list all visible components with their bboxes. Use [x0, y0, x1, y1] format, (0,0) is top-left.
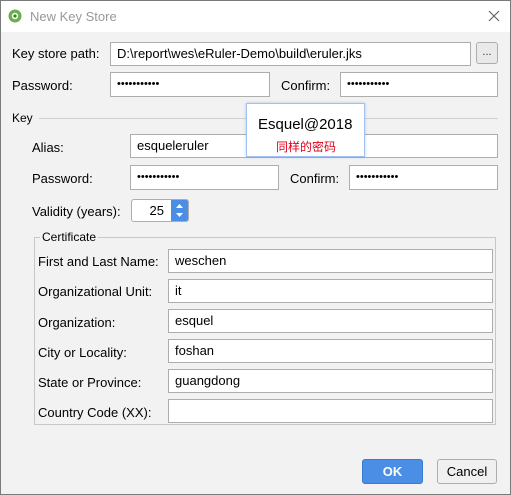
certificate-group-label: Certificate — [40, 230, 99, 244]
first-last-name-label: First and Last Name: — [38, 254, 159, 269]
keystore-password-label: Password: — [12, 78, 73, 93]
keystore-path-input[interactable]: D:\report\wes\eRuler-Demo\build\eruler.j… — [110, 42, 471, 66]
keystore-confirm-input[interactable]: ••••••••••• — [340, 72, 498, 97]
country-code-input[interactable] — [168, 399, 493, 423]
android-studio-icon — [8, 9, 22, 23]
browse-button[interactable]: ... — [476, 42, 498, 64]
key-confirm-input[interactable]: ••••••••••• — [349, 165, 498, 190]
cancel-button[interactable]: Cancel — [437, 459, 497, 484]
key-password-label: Password: — [32, 171, 93, 186]
org-unit-label: Organizational Unit: — [38, 284, 153, 299]
country-code-label: Country Code (XX): — [38, 405, 152, 420]
password-annotation: Esquel@2018 同样的密码 — [246, 103, 365, 157]
keystore-path-label: Key store path: — [12, 46, 100, 61]
annotation-password-text: Esquel@2018 — [258, 116, 353, 133]
key-section-label: Key — [12, 111, 33, 125]
validity-spinner-buttons[interactable] — [171, 200, 188, 221]
keystore-confirm-label: Confirm: — [281, 78, 331, 93]
close-icon[interactable] — [487, 9, 501, 23]
key-confirm-label: Confirm: — [290, 171, 340, 186]
city-label: City or Locality: — [38, 345, 127, 360]
window-title: New Key Store — [30, 9, 117, 24]
key-password-input[interactable]: ••••••••••• — [130, 165, 279, 190]
first-last-name-input[interactable]: weschen — [168, 249, 493, 273]
city-input[interactable]: foshan — [168, 339, 493, 363]
spinner-arrows-icon — [176, 204, 183, 217]
state-label: State or Province: — [38, 375, 142, 390]
annotation-note-text: 同样的密码 — [276, 140, 337, 154]
organization-label: Organization: — [38, 315, 116, 330]
alias-label: Alias: — [32, 140, 64, 155]
validity-spinner[interactable]: 25 — [131, 199, 189, 222]
ok-button[interactable]: OK — [362, 459, 423, 484]
new-key-store-dialog: New Key Store Key store path: D:\report\… — [0, 0, 511, 495]
org-unit-input[interactable]: it — [168, 279, 493, 303]
organization-input[interactable]: esquel — [168, 309, 493, 333]
validity-label: Validity (years): — [32, 204, 121, 219]
keystore-password-input[interactable]: ••••••••••• — [110, 72, 270, 97]
title-bar: New Key Store — [1, 1, 510, 32]
state-input[interactable]: guangdong — [168, 369, 493, 393]
validity-value: 25 — [149, 203, 164, 218]
